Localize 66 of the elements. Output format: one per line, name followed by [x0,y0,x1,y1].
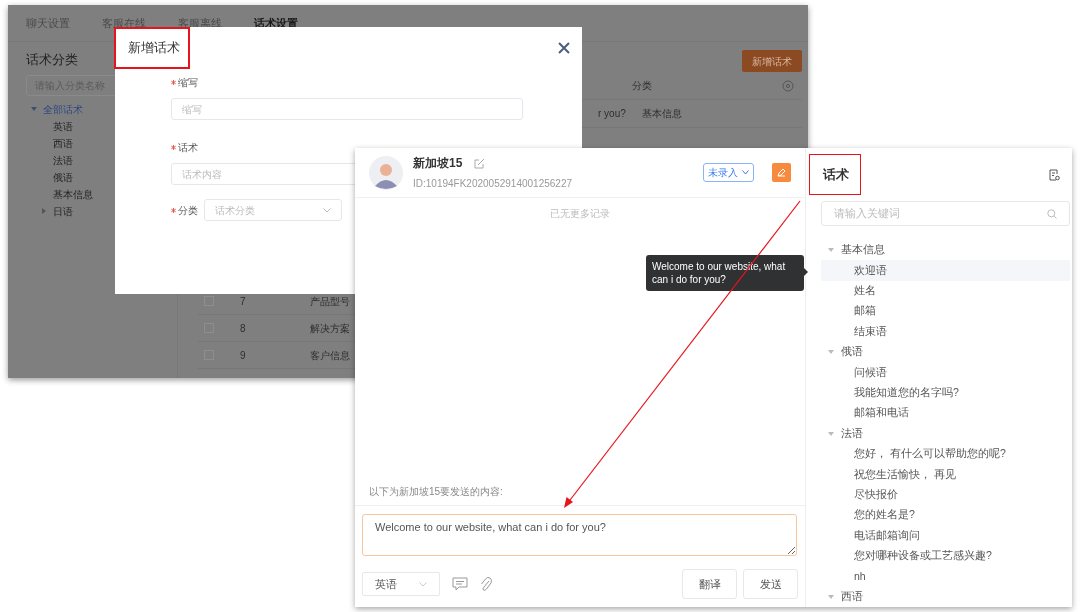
field-label: 分类 [178,203,198,218]
tree-item[interactable]: 法语 [53,152,73,168]
language-select[interactable]: 英语 [362,572,440,596]
pencil-icon [777,168,786,177]
paperclip-icon[interactable] [480,576,492,592]
chevron-down-icon [742,170,749,175]
tree-item[interactable]: 俄语 [53,169,73,185]
tree-item[interactable]: 俄语 [841,344,863,360]
sidebar-title: 话术分类 [26,51,79,69]
table-cell-text: 8 [240,321,247,336]
document-settings-icon[interactable] [1049,168,1060,181]
table-cell-text: 9 [240,348,247,363]
tree-item[interactable]: 日语 [53,203,73,219]
field-label: 话术 [178,141,198,155]
tree-item[interactable]: 法语 [841,425,863,442]
caret-icon[interactable] [30,105,38,113]
add-script-button[interactable]: 新增话术 [742,50,802,72]
tree-item[interactable]: 基本信息 [841,242,885,259]
script-item[interactable]: 您对哪种设备或工艺感兴趣? [821,545,1070,567]
script-item[interactable]: 您好， 有什么可以帮助您的呢? [821,443,1070,465]
comment-icon[interactable] [452,576,468,592]
edit-button[interactable] [772,163,791,182]
script-item[interactable]: 欢迎语 [821,260,1070,281]
dialog-title: 新增话术 [128,39,180,58]
table-cell-text: 7 [240,294,247,309]
script-item[interactable]: 问候语 [821,362,1070,383]
settings-icon[interactable] [782,79,794,92]
caret-icon[interactable] [827,592,835,601]
script-item[interactable]: 结束语 [821,321,1070,342]
action-button[interactable]: 翻译 [682,569,737,599]
tooltip-pointer-icon [804,268,808,276]
action-button[interactable]: 发送 [743,569,798,599]
script-item[interactable]: nh [821,566,1070,587]
table-cell-text: 产品型号 [310,294,350,309]
tree-item[interactable]: 英语 [53,118,73,134]
caret-icon[interactable] [827,429,835,438]
table-cell-text: r you? [598,107,627,121]
chevron-down-icon [419,581,427,587]
script-item[interactable]: 邮箱 [821,301,1070,322]
chevron-down-icon [323,207,331,213]
script-item[interactable]: 电话邮箱询问 [821,525,1070,546]
script-item[interactable]: 尽快报价 [821,484,1070,506]
tree-item[interactable]: 西语 [53,135,73,151]
table-cell-text: 基本信息 [642,107,682,121]
script-item[interactable]: 姓名 [821,280,1070,302]
tree-item[interactable]: 基本信息 [53,186,93,202]
send-hint: 以下为新加坡15要发送的内容: [369,485,504,499]
message-input[interactable]: Welcome to our website, what can i do for you? [362,514,797,556]
table-cell-text: 客户信息 [310,348,350,363]
script-item[interactable]: 邮箱和电话 [821,403,1070,424]
script-item[interactable]: 您的姓名是? [821,505,1070,526]
table-cell-text: 解决方案 [310,321,350,336]
no-more-records: 已无更多记录 [550,207,610,221]
panel-title: 话术 [823,165,849,184]
field-label: 缩写 [178,76,198,90]
avatar-icon [369,155,403,190]
tree-item[interactable]: 西语 [841,588,863,605]
status-select[interactable]: 未录入 [703,163,754,182]
script-item[interactable]: 我能知道您的名字吗? [821,382,1070,404]
highlight-frame [809,154,861,195]
caret-icon[interactable] [40,207,48,215]
script-item[interactable]: 祝您生活愉快， 再见 [821,464,1070,485]
close-icon[interactable] [558,42,570,54]
search-icon [1047,208,1057,219]
column-header: 分类 [632,79,653,93]
edit-icon[interactable] [474,157,486,169]
